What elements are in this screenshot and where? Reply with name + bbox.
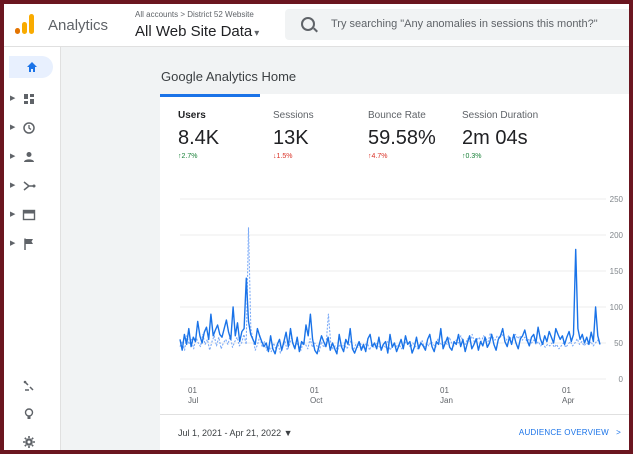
dashboard-icon <box>24 94 34 104</box>
active-tab-indicator <box>160 94 260 97</box>
page-title: Google Analytics Home <box>161 69 297 84</box>
caret-down-icon: ▼ <box>283 428 293 438</box>
metric-session-duration[interactable]: Session Duration 2m 04s ↑0.3% <box>462 110 538 160</box>
nav-audience[interactable]: ▶ <box>4 148 60 170</box>
expand-arrow-icon: ▶ <box>10 95 16 102</box>
search-box[interactable]: Try searching "Any anomalies in sessions… <box>285 9 629 40</box>
x-tick-day: 01 <box>440 386 449 395</box>
view-name: All Web Site Data <box>135 23 253 40</box>
acquisition-icon <box>23 181 36 191</box>
nav-behavior[interactable]: ▶ <box>4 206 60 228</box>
expand-arrow-icon: ▶ <box>10 182 16 189</box>
date-range-text: Jul 1, 2021 - Apr 21, 2022 <box>178 428 282 438</box>
y-tick-label: 0 <box>619 375 624 384</box>
chevron-right-icon: > <box>616 428 621 437</box>
audience-overview-text: AUDIENCE OVERVIEW <box>518 428 609 437</box>
nav-admin[interactable] <box>4 433 60 450</box>
flag-icon <box>24 238 33 250</box>
behavior-icon <box>22 209 36 221</box>
metric-value: 2m 04s <box>462 127 528 149</box>
card-footer: Jul 1, 2021 - Apr 21, 2022 ▼ AUDIENCE OV… <box>160 414 629 450</box>
x-tick-day: 01 <box>562 386 571 395</box>
metric-value: 8.4K <box>178 127 220 149</box>
attribution-icon <box>23 380 34 391</box>
y-tick-label: 200 <box>610 231 624 240</box>
y-tick-label: 50 <box>614 339 623 348</box>
metric-label: Sessions <box>273 110 314 121</box>
top-bar: Analytics All accounts > District 52 Web… <box>4 4 629 47</box>
main-content: Google Analytics Home Users 8.4K ↑2.7% S… <box>61 47 629 450</box>
left-nav: ▶ ▶ ▶ ▶ ▶ ▶ <box>4 47 61 450</box>
date-range-selector[interactable]: Jul 1, 2021 - Apr 21, 2022 ▼ <box>178 428 293 438</box>
metric-sessions[interactable]: Sessions 13K ↓1.5% <box>273 110 314 160</box>
metric-change: ↓1.5% <box>273 153 293 160</box>
settings-icon <box>23 436 35 448</box>
x-tick-month: Apr <box>562 396 575 405</box>
x-tick-month: Jan <box>440 396 453 405</box>
metric-change: ↑4.7% <box>368 153 388 160</box>
nav-home[interactable] <box>9 56 53 78</box>
lightbulb-icon <box>24 408 34 419</box>
y-tick-label: 250 <box>610 195 624 204</box>
series-line-current <box>179 248 601 355</box>
metric-bounce-rate[interactable]: Bounce Rate 59.58% ↑4.7% <box>368 110 436 160</box>
overview-card: Users 8.4K ↑2.7% Sessions 13K ↓1.5% Boun… <box>160 94 629 450</box>
metric-value: 59.58% <box>368 127 436 149</box>
nav-acquisition[interactable]: ▶ <box>4 177 60 199</box>
nav-attribution[interactable] <box>4 377 60 399</box>
expand-arrow-icon: ▶ <box>10 124 16 131</box>
analytics-logo-icon[interactable] <box>15 14 37 34</box>
nav-conversions[interactable]: ▶ <box>4 235 60 257</box>
metric-users[interactable]: Users 8.4K ↑2.7% <box>178 110 219 160</box>
nav-customization[interactable]: ▶ <box>4 90 60 112</box>
y-tick-label: 100 <box>610 303 624 312</box>
analytics-window: Analytics All accounts > District 52 Web… <box>4 4 629 450</box>
view-selector[interactable]: All Web Site Data ▾ <box>135 23 259 40</box>
nav-realtime[interactable]: ▶ <box>4 119 60 141</box>
clock-icon <box>23 122 35 134</box>
metric-value: 13K <box>273 127 309 149</box>
users-line-chart: 25020015010050001Jul01Oct01Jan01Apr <box>179 195 624 405</box>
y-tick-label: 150 <box>610 267 624 276</box>
x-tick-day: 01 <box>310 386 319 395</box>
nav-discover[interactable] <box>4 405 60 427</box>
expand-arrow-icon: ▶ <box>10 240 16 247</box>
search-icon <box>301 17 315 31</box>
account-breadcrumb[interactable]: All accounts > District 52 Website <box>135 10 254 19</box>
audience-overview-link[interactable]: AUDIENCE OVERVIEW > <box>519 428 621 437</box>
x-tick-day: 01 <box>188 386 197 395</box>
metric-label: Session Duration <box>462 110 539 121</box>
metric-label: Bounce Rate <box>368 110 426 121</box>
app-title: Analytics <box>48 17 109 34</box>
expand-arrow-icon: ▶ <box>10 153 16 160</box>
caret-down-icon: ▾ <box>254 28 260 39</box>
home-icon <box>27 62 37 72</box>
expand-arrow-icon: ▶ <box>10 211 16 218</box>
search-placeholder: Try searching "Any anomalies in sessions… <box>331 18 598 30</box>
x-tick-month: Jul <box>188 396 198 405</box>
metric-label: Users <box>178 110 206 121</box>
person-icon <box>24 152 34 162</box>
metric-change: ↑2.7% <box>178 153 198 160</box>
x-tick-month: Oct <box>310 396 323 405</box>
metric-change: ↑0.3% <box>462 153 482 160</box>
